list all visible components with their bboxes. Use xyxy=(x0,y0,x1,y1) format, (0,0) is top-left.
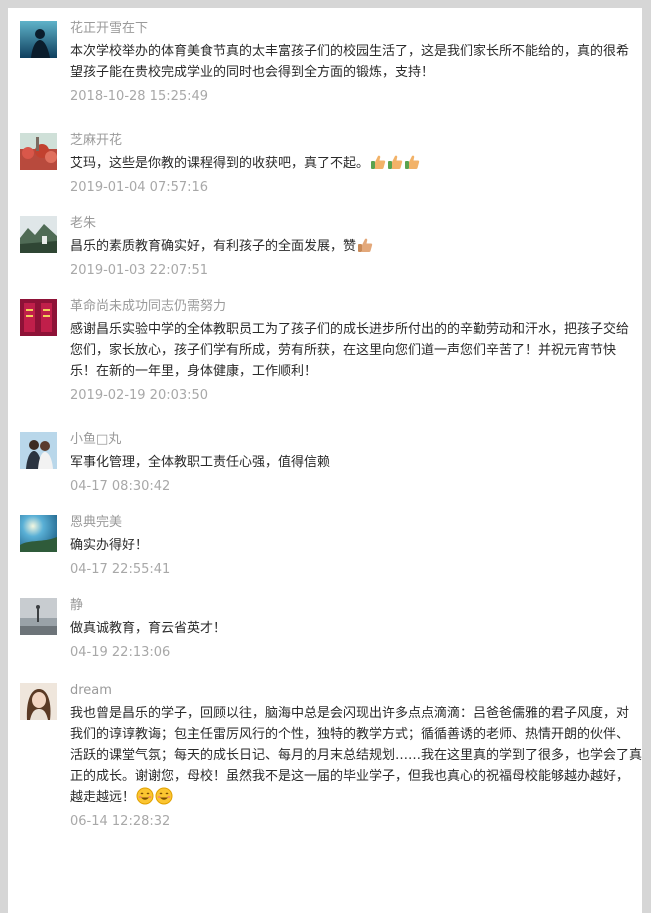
foggy-lake-avatar-icon[interactable] xyxy=(20,598,57,635)
comment-text: 本次学校举办的体育美食节真的太丰富孩子们的校园生活了，这是我们家长所不能给的，真… xyxy=(70,41,642,83)
thumbs-up-icon xyxy=(357,237,373,253)
blue-sky-avatar-icon[interactable] xyxy=(20,515,57,552)
red-flowers-avatar-icon[interactable] xyxy=(20,133,57,170)
comment-author-name[interactable]: 老朱 xyxy=(70,215,642,233)
comment-list: 花正开雪在下 本次学校举办的体育美食节真的太丰富孩子们的校园生活了，这是我们家长… xyxy=(8,8,642,913)
comment-timestamp: 2019-01-04 07:57:16 xyxy=(70,180,209,195)
comment-text-line: 我也曾是昌乐的学子，回顾以往，脑海中总是会闪现出许多点点滴滴：吕爸爸儒雅的君子风… xyxy=(70,706,630,721)
comment-text-line: 活跃的课堂气氛；每天的成长日记、每月的月末总结规划……我在这里真的学到了很多，也… xyxy=(70,748,643,763)
comment-text-line: 正的成长。谢谢您，母校！虽然我不是这一届的毕业学子，但我也真心的祝福母校能够越办… xyxy=(70,769,630,784)
smile-icon xyxy=(136,787,154,805)
girl-portrait-avatar-icon[interactable] xyxy=(20,683,57,720)
comment-author-name[interactable]: 小鱼□丸 xyxy=(70,431,642,449)
comment-text: 做真诚教育，育云省英才！ xyxy=(70,618,642,639)
red-banner-avatar-icon[interactable] xyxy=(20,299,57,336)
comment-author-name[interactable]: 静 xyxy=(70,597,642,615)
comment-text-line: 做真诚教育，育云省英才！ xyxy=(70,621,227,636)
comment-text: 昌乐的素质教育确实好，有利孩子的全面发展，赞 xyxy=(70,236,642,257)
comment-timestamp: 2019-01-03 22:07:51 xyxy=(70,263,209,278)
comment-text: 艾玛，这些是你教的课程得到的收获吧，真了不起。 xyxy=(70,153,642,174)
comment-text-line: 确实办得好！ xyxy=(70,538,149,553)
thumbs-up-icon xyxy=(404,154,420,170)
comment-text-line: 本次学校举办的体育美食节真的太丰富孩子们的校园生活了，这是我们家长所不能给的，真… xyxy=(70,44,630,59)
comment-text-line: 军事化管理，全体教职工责任心强，值得信赖 xyxy=(70,455,331,470)
comment-timestamp: 2018-10-28 15:25:49 xyxy=(70,89,209,104)
comment-timestamp: 06-14 12:28:32 xyxy=(70,814,171,829)
thumbs-up-icon xyxy=(370,154,386,170)
comment-text-line: 望孩子能在贵校完成学业的同时也会得到全方面的锻炼，支持！ xyxy=(70,65,435,80)
comment-author-name[interactable]: 花正开雪在下 xyxy=(70,20,642,38)
comment-text-line: 您们，家长放心，孩子们学有所成，劳有所获，在这里向您们道一声您们辛苦了！并祝元宵… xyxy=(70,343,617,358)
comment-text-line: 艾玛，这些是你教的课程得到的收获吧，真了不起。 xyxy=(70,156,370,171)
comment-timestamp: 04-17 08:30:42 xyxy=(70,479,171,494)
comment-author-name[interactable]: dream xyxy=(70,682,642,700)
couple-photo-avatar-icon[interactable] xyxy=(20,432,57,469)
comment-text-line: 乐！在新的一年里，身体健康，工作顺利！ xyxy=(70,364,318,379)
comment-text: 军事化管理，全体教职工责任心强，值得信赖 xyxy=(70,452,642,473)
comment-timestamp: 04-17 22:55:41 xyxy=(70,562,171,577)
comment-text: 我也曾是昌乐的学子，回顾以往，脑海中总是会闪现出许多点点滴滴：吕爸爸儒雅的君子风… xyxy=(70,703,642,808)
comment-text-line: 越走越远！ xyxy=(70,790,136,805)
smile-icon xyxy=(155,787,173,805)
thumbs-up-icon xyxy=(387,154,403,170)
comment-text: 确实办得好！ xyxy=(70,535,642,556)
comment-text-line: 我们的谆谆教诲；包主任雷厉风行的个性，独特的教学方式；循循善诱的老师、热情开朗的… xyxy=(70,727,630,742)
comment-text-line: 感谢昌乐实验中学的全体教职员工为了孩子们的成长进步所付出的的辛勤劳动和汗水，把孩… xyxy=(70,322,630,337)
comment-author-name[interactable]: 革命尚未成功同志仍需努力 xyxy=(70,298,642,316)
mountain-landscape-avatar-icon[interactable] xyxy=(20,216,57,253)
comment-text-line: 昌乐的素质教育确实好，有利孩子的全面发展，赞 xyxy=(70,239,357,254)
comment-author-name[interactable]: 芝麻开花 xyxy=(70,132,642,150)
silhouette-on-teal-avatar-icon[interactable] xyxy=(20,21,57,58)
comment-timestamp: 04-19 22:13:06 xyxy=(70,645,171,660)
comment-timestamp: 2019-02-19 20:03:50 xyxy=(70,388,209,403)
comment-author-name[interactable]: 恩典完美 xyxy=(70,514,642,532)
comment-text: 感谢昌乐实验中学的全体教职员工为了孩子们的成长进步所付出的的辛勤劳动和汗水，把孩… xyxy=(70,319,642,382)
